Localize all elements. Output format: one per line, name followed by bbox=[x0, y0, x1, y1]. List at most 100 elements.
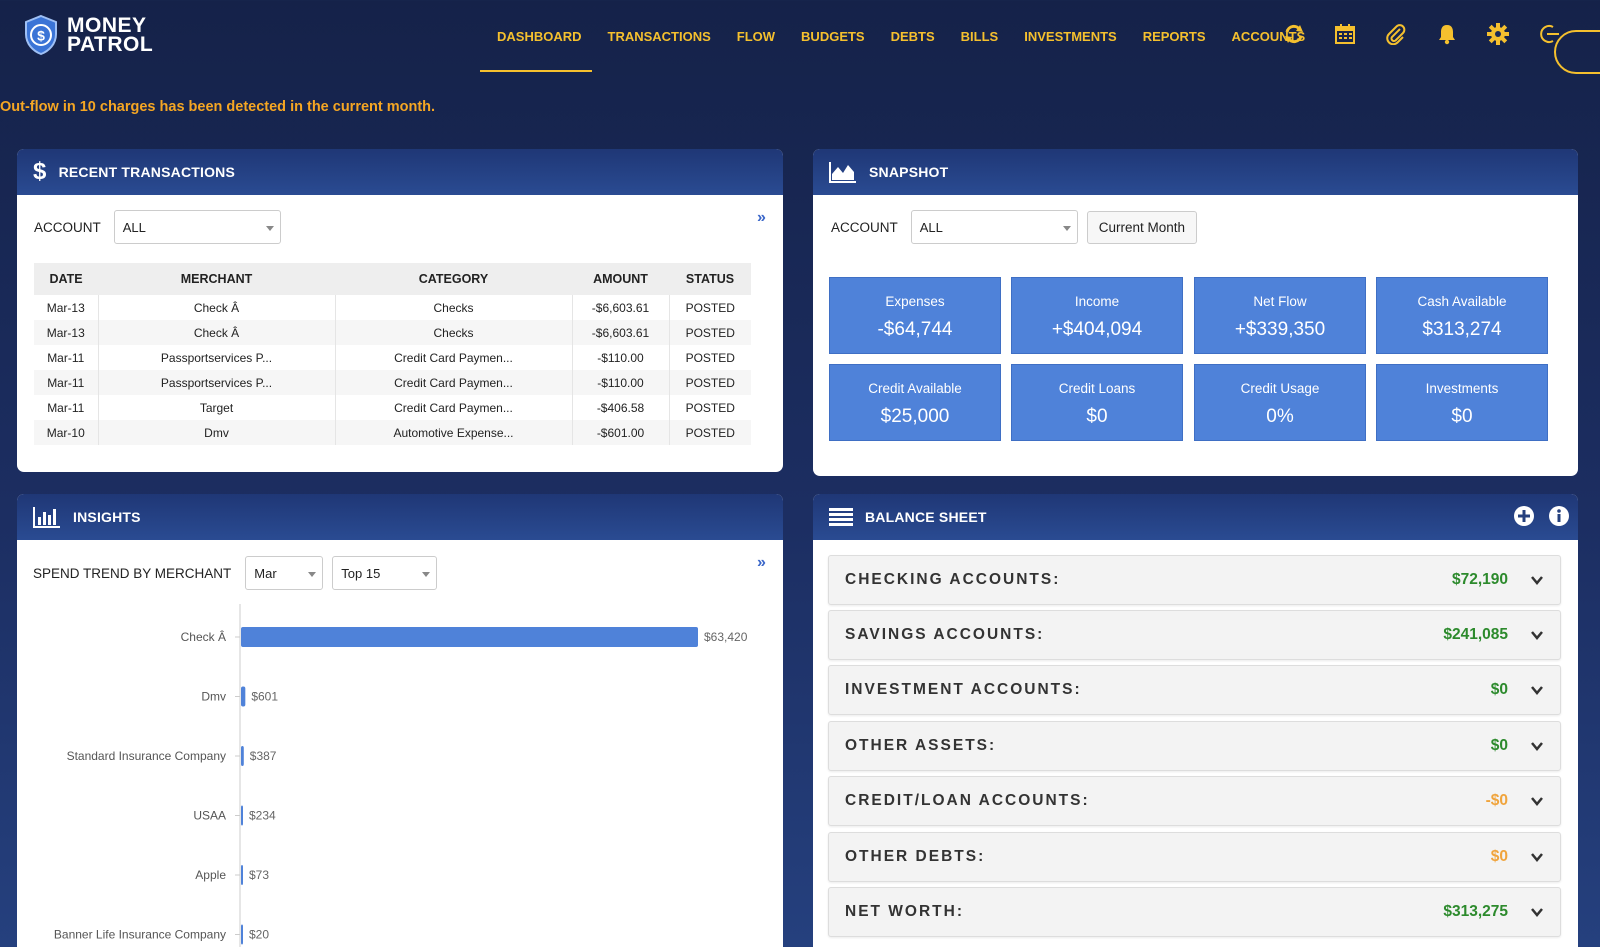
tile-credit-usage[interactable]: Credit Usage 0% bbox=[1194, 364, 1366, 441]
tile-cash-available[interactable]: Cash Available $313,274 bbox=[1376, 277, 1548, 354]
calendar-icon[interactable] bbox=[1333, 22, 1357, 46]
chart-bar[interactable] bbox=[241, 805, 243, 826]
chevron-down-icon[interactable] bbox=[1530, 850, 1544, 864]
balance-row-other-debts[interactable]: OTHER DEBTS: $0 bbox=[828, 832, 1561, 882]
table-row[interactable]: Mar-11 Passportservices P... Credit Card… bbox=[34, 345, 751, 370]
balance-row-label: OTHER DEBTS: bbox=[845, 848, 986, 865]
col-amount[interactable]: AMOUNT bbox=[572, 263, 669, 295]
nav-investments[interactable]: INVESTMENTS bbox=[1024, 0, 1116, 72]
chart-category-label: Banner Life Insurance Company bbox=[54, 928, 226, 942]
col-merchant[interactable]: MERCHANT bbox=[98, 263, 335, 295]
chevron-down-icon[interactable] bbox=[1530, 794, 1544, 808]
nav-icon-group bbox=[1282, 22, 1588, 46]
spend-trend-label: SPEND TREND BY MERCHANT bbox=[33, 565, 232, 581]
chart-bar[interactable] bbox=[241, 865, 243, 885]
nav-budgets[interactable]: BUDGETS bbox=[801, 0, 865, 72]
tile-value: $0 bbox=[1451, 406, 1473, 427]
balance-row-net-worth[interactable]: NET WORTH: $313,275 bbox=[828, 887, 1561, 937]
nav-transactions[interactable]: TRANSACTIONS bbox=[608, 0, 711, 72]
tile-expenses[interactable]: Expenses -$64,744 bbox=[829, 277, 1001, 354]
chart-bar[interactable] bbox=[241, 686, 246, 707]
balance-row-label: SAVINGS ACCOUNTS: bbox=[845, 626, 1045, 643]
snapshot-header: SNAPSHOT bbox=[813, 149, 1578, 195]
view-more-link[interactable]: » bbox=[757, 209, 766, 227]
col-date[interactable]: DATE bbox=[34, 263, 98, 295]
chevron-down-icon[interactable] bbox=[1530, 683, 1544, 697]
tile-label: Expenses bbox=[885, 294, 945, 309]
cell-amount: -$110.00 bbox=[572, 370, 670, 395]
tile-label: Credit Loans bbox=[1058, 381, 1136, 396]
main-nav: DASHBOARD TRANSACTIONS FLOW BUDGETS DEBT… bbox=[480, 0, 1331, 72]
account-select[interactable]: ALL bbox=[113, 210, 281, 244]
table-row[interactable]: Mar-11 Target Credit Card Paymen... -$40… bbox=[34, 395, 751, 420]
balance-row-credit-loan[interactable]: CREDIT/LOAN ACCOUNTS: -$0 bbox=[828, 776, 1561, 826]
table-row[interactable]: Mar-10 Dmv Automotive Expense... -$601.0… bbox=[34, 420, 751, 445]
profile-menu[interactable] bbox=[1554, 30, 1600, 74]
gear-icon[interactable] bbox=[1486, 22, 1510, 46]
snapshot-panel: SNAPSHOT ACCOUNT ALL Current Month Expen… bbox=[813, 149, 1578, 476]
col-status[interactable]: STATUS bbox=[669, 263, 751, 295]
chart-bar[interactable] bbox=[241, 746, 244, 766]
top-n-select[interactable]: Top 15 bbox=[332, 556, 438, 590]
balance-row-savings[interactable]: SAVINGS ACCOUNTS: $241,085 bbox=[828, 610, 1561, 660]
chevron-down-icon[interactable] bbox=[1530, 739, 1544, 753]
tile-credit-available[interactable]: Credit Available $25,000 bbox=[829, 364, 1001, 441]
tile-net-flow[interactable]: Net Flow +$339,350 bbox=[1194, 277, 1366, 354]
nav-dashboard[interactable]: DASHBOARD bbox=[480, 0, 591, 72]
info-circle-icon[interactable] bbox=[1548, 505, 1570, 527]
chevron-down-icon[interactable] bbox=[1530, 628, 1544, 642]
nav-bills[interactable]: BILLS bbox=[961, 0, 999, 72]
chart-category-label: Apple bbox=[195, 868, 226, 882]
table-row[interactable]: Mar-13 Check Â Checks -$6,603.61 POSTED bbox=[34, 295, 751, 320]
tile-credit-loans[interactable]: Credit Loans $0 bbox=[1011, 364, 1183, 441]
tile-income[interactable]: Income +$404,094 bbox=[1011, 277, 1183, 354]
table-row[interactable]: Mar-11 Passportservices P... Credit Card… bbox=[34, 370, 751, 395]
balance-row-investment[interactable]: INVESTMENT ACCOUNTS: $0 bbox=[828, 665, 1561, 715]
refresh-icon[interactable] bbox=[1282, 22, 1306, 46]
nav-flow[interactable]: FLOW bbox=[737, 0, 775, 72]
panel-title: RECENT TRANSACTIONS bbox=[58, 164, 236, 180]
balance-row-label: OTHER ASSETS: bbox=[845, 737, 997, 754]
account-select[interactable]: ALL bbox=[910, 210, 1078, 244]
tile-label: Income bbox=[1074, 294, 1120, 309]
add-circle-icon[interactable] bbox=[1513, 505, 1535, 527]
tile-investments[interactable]: Investments $0 bbox=[1376, 364, 1548, 441]
cell-date: Mar-13 bbox=[34, 295, 99, 320]
chart-bar[interactable] bbox=[241, 924, 243, 945]
paperclip-icon[interactable] bbox=[1384, 22, 1408, 46]
nav-reports[interactable]: REPORTS bbox=[1143, 0, 1206, 72]
logo[interactable]: $ MONEY PATROL bbox=[23, 14, 153, 56]
table-row[interactable]: Mar-13 Check Â Checks -$6,603.61 POSTED bbox=[34, 320, 751, 345]
period-button[interactable]: Current Month bbox=[1086, 210, 1198, 244]
balance-row-other-assets[interactable]: OTHER ASSETS: $0 bbox=[828, 721, 1561, 771]
account-label: ACCOUNT bbox=[831, 219, 898, 235]
cell-date: Mar-11 bbox=[34, 370, 99, 395]
chevron-down-icon[interactable] bbox=[1530, 905, 1544, 919]
cell-status: POSTED bbox=[685, 300, 735, 315]
balance-sheet-header: BALANCE SHEET bbox=[813, 494, 1578, 540]
cell-merchant: Dmv bbox=[98, 420, 336, 445]
tile-value: $0 bbox=[1086, 406, 1108, 427]
account-select-value: ALL bbox=[122, 219, 146, 235]
recent-transactions-header: $ RECENT TRANSACTIONS bbox=[17, 149, 783, 195]
cell-category: Credit Card Paymen... bbox=[335, 345, 573, 370]
col-category[interactable]: CATEGORY bbox=[335, 263, 572, 295]
chart-bar[interactable] bbox=[241, 627, 698, 647]
balance-row-label: INVESTMENT ACCOUNTS: bbox=[845, 681, 1082, 698]
month-select[interactable]: Mar bbox=[245, 556, 324, 590]
bell-icon[interactable] bbox=[1435, 22, 1459, 46]
balance-row-value: -$0 bbox=[1485, 792, 1508, 809]
cell-status: POSTED bbox=[685, 400, 735, 415]
tile-label: Cash Available bbox=[1417, 294, 1507, 309]
svg-text:$: $ bbox=[37, 28, 45, 44]
chart-value-label: $601 bbox=[251, 690, 278, 704]
tile-label: Net Flow bbox=[1253, 294, 1307, 309]
nav-debts[interactable]: DEBTS bbox=[891, 0, 935, 72]
area-chart-icon bbox=[829, 162, 856, 183]
panel-title: INSIGHTS bbox=[73, 509, 141, 525]
chevron-down-icon[interactable] bbox=[1530, 573, 1544, 587]
view-more-link[interactable]: » bbox=[757, 554, 766, 572]
chart-value-label: $234 bbox=[249, 809, 276, 823]
cell-amount: -$601.00 bbox=[572, 420, 670, 445]
balance-row-checking[interactable]: CHECKING ACCOUNTS: $72,190 bbox=[828, 555, 1561, 605]
